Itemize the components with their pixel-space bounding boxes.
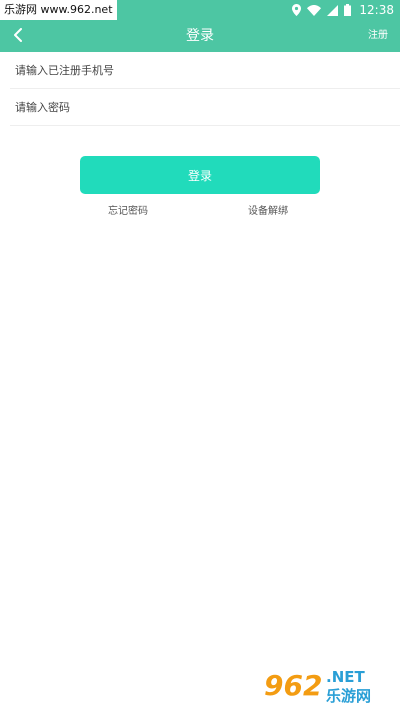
device-unbind-link[interactable]: 设备解绑 [248, 205, 288, 219]
watermark-chinese: 乐游网 [326, 687, 371, 705]
title-bar: 登录 注册 [0, 20, 400, 52]
phone-input[interactable] [10, 52, 400, 88]
status-time: 12:38 [359, 3, 394, 17]
back-button[interactable] [6, 24, 30, 48]
status-icons: 12:38 [292, 0, 394, 20]
register-link[interactable]: 注册 [368, 20, 388, 52]
site-watermark: 乐游网 www.962.net [0, 0, 117, 20]
page-title: 登录 [186, 28, 214, 44]
phone-field [10, 52, 400, 89]
chevron-left-icon [13, 27, 23, 46]
watermark-suffix: .NET [326, 668, 365, 686]
battery-icon [344, 4, 352, 16]
login-button[interactable]: 登录 [80, 156, 320, 194]
watermark-logo: 962 .NET 乐游网 [260, 665, 394, 705]
wifi-icon [307, 4, 322, 16]
password-field [10, 89, 400, 126]
login-screen: 乐游网 www.962.net 12:38 登录 注册 请输入已注册手机号 登录… [0, 0, 400, 711]
signal-icon [327, 4, 339, 16]
forgot-password-link[interactable]: 忘记密码 [108, 205, 148, 219]
password-input[interactable] [10, 89, 400, 125]
location-icon [292, 4, 302, 16]
status-bar: 乐游网 www.962.net 12:38 [0, 0, 400, 20]
watermark-number: 962 [264, 669, 322, 702]
